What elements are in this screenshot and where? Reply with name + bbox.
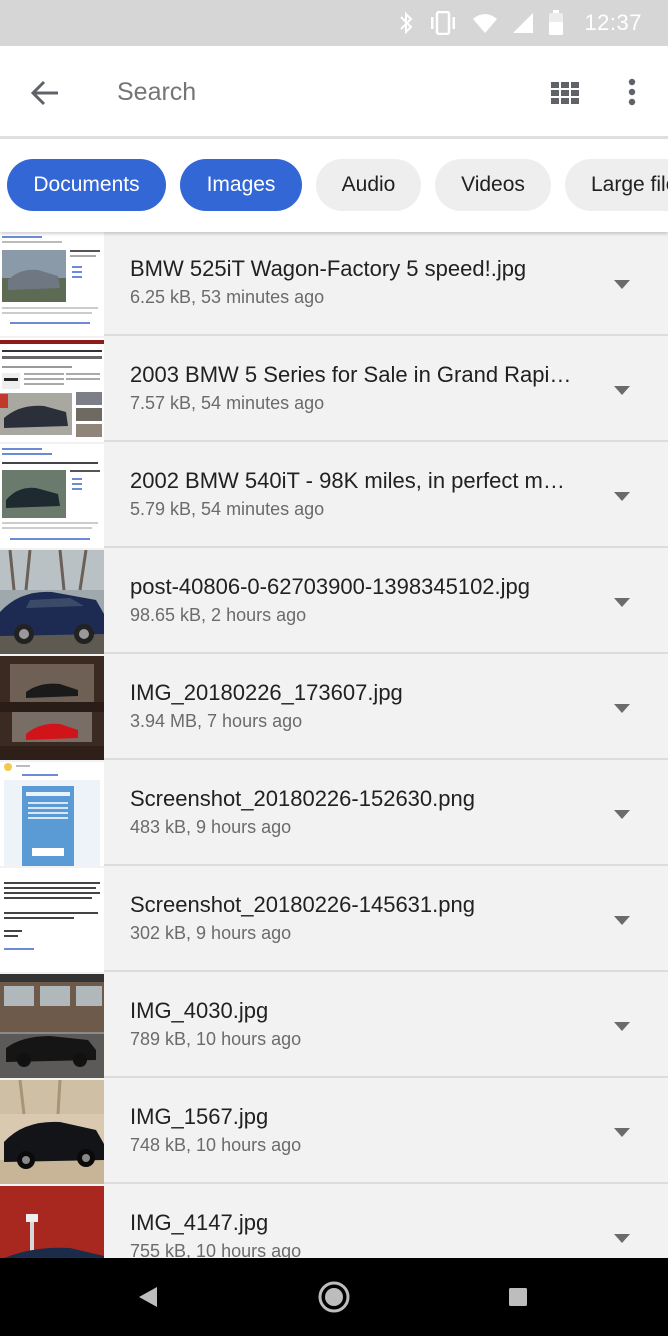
row-menu-button[interactable] [600,1116,644,1148]
file-meta: 6.25 kB, 53 minutes ago [130,287,325,307]
file-name: post-40806-0-62703900-1398345102.jpg [130,574,531,599]
dropdown-arrow-icon [614,1233,630,1243]
file-name: 2003 BMW 5 Series for Sale in Grand Rapi… [130,362,572,387]
file-thumbnail [0,974,104,1078]
file-meta: 789 kB, 10 hours ago [130,1029,302,1049]
file-thumbnail [0,656,104,760]
list-item[interactable]: 2002 BMW 540iT - 98K miles, in perfect m… [0,444,668,548]
grid-view-icon [551,82,579,104]
file-meta: 98.65 kB, 2 hours ago [130,605,307,625]
dropdown-arrow-icon [614,385,630,395]
dropdown-arrow-icon [614,915,630,925]
row-divider [104,758,668,760]
arrow-back-icon [30,80,58,106]
dropdown-arrow-icon [614,1127,630,1137]
dropdown-arrow-icon [614,703,630,713]
row-divider [104,440,668,442]
file-thumbnail [0,550,104,654]
chip-audio[interactable]: Audio [316,159,421,211]
row-menu-button[interactable] [600,374,644,406]
row-menu-button[interactable] [600,268,644,300]
file-name: Screenshot_20180226-152630.png [130,786,475,811]
file-name: Screenshot_20180226-145631.png [130,892,475,917]
file-meta: 5.79 kB, 54 minutes ago [130,499,325,519]
row-menu-button[interactable] [600,586,644,618]
dropdown-arrow-icon [614,809,630,819]
list-item[interactable]: Screenshot_20180226-152630.png 483 kB, 9… [0,762,668,866]
dropdown-arrow-icon [614,279,630,289]
file-meta: 7.57 kB, 54 minutes ago [130,393,325,413]
file-thumbnail [0,338,104,442]
file-name: IMG_4147.jpg [130,1210,269,1235]
system-nav-bar [0,1258,668,1336]
nav-recents-icon [509,1288,527,1306]
nav-back-icon [139,1287,157,1307]
row-menu-button[interactable] [600,1222,644,1254]
file-meta: 748 kB, 10 hours ago [130,1135,302,1155]
file-meta: 302 kB, 9 hours ago [130,923,292,943]
filter-chips-bar: Documents Images Audio Videos Large file… [0,139,668,232]
file-name: 2002 BMW 540iT - 98K miles, in perfect m… [130,468,565,493]
grid-view-button[interactable] [546,74,584,112]
back-button[interactable] [22,70,68,116]
list-item[interactable]: BMW 525iT Wagon-Factory 5 speed!.jpg 6.2… [0,232,668,336]
file-thumbnail [0,868,104,972]
wifi-icon [472,12,498,34]
status-icons: 12:37 [398,0,642,46]
battery-icon [548,10,564,36]
app-bar [0,46,668,136]
chip-large-files[interactable]: Large files [565,159,668,211]
more-options-button[interactable] [612,72,652,112]
nav-back-button[interactable] [128,1277,168,1317]
file-name: IMG_20180226_173607.jpg [130,680,403,705]
file-name: IMG_1567.jpg [130,1104,269,1129]
file-meta: 483 kB, 9 hours ago [130,817,292,837]
row-menu-button[interactable] [600,904,644,936]
chip-documents[interactable]: Documents [7,159,166,211]
nav-recents-button[interactable] [498,1277,538,1317]
list-item[interactable]: IMG_4030.jpg 789 kB, 10 hours ago [0,974,668,1078]
row-divider [104,334,668,336]
row-menu-button[interactable] [600,798,644,830]
file-thumbnail [0,232,104,336]
list-item[interactable]: post-40806-0-62703900-1398345102.jpg 98.… [0,550,668,654]
row-menu-button[interactable] [600,1010,644,1042]
file-list: BMW 525iT Wagon-Factory 5 speed!.jpg 6.2… [0,232,668,1258]
vibrate-icon [428,11,458,35]
file-meta: 755 kB, 10 hours ago [130,1241,302,1258]
dropdown-arrow-icon [614,1021,630,1031]
row-menu-button[interactable] [600,480,644,512]
row-divider [104,970,668,972]
file-name: IMG_4030.jpg [130,998,269,1023]
chip-videos[interactable]: Videos [435,159,551,211]
bluetooth-icon [398,11,414,35]
dropdown-arrow-icon [614,491,630,501]
row-divider [104,546,668,548]
status-clock: 12:37 [584,10,642,35]
file-name: BMW 525iT Wagon-Factory 5 speed!.jpg [130,256,527,281]
list-item[interactable]: 2003 BMW 5 Series for Sale in Grand Rapi… [0,338,668,442]
search-input[interactable] [117,72,497,112]
chip-images[interactable]: Images [180,159,302,211]
file-thumbnail [0,1186,104,1258]
list-item[interactable]: IMG_20180226_173607.jpg 3.94 MB, 7 hours… [0,656,668,760]
nav-home-icon [318,1281,350,1313]
row-divider [104,864,668,866]
more-vert-icon [628,78,636,106]
row-divider [104,1076,668,1078]
file-meta: 3.94 MB, 7 hours ago [130,711,303,731]
list-item[interactable]: Screenshot_20180226-145631.png 302 kB, 9… [0,868,668,972]
dropdown-arrow-icon [614,597,630,607]
list-item[interactable]: IMG_1567.jpg 748 kB, 10 hours ago [0,1080,668,1184]
status-bar: 12:37 [0,0,668,46]
file-thumbnail [0,1080,104,1184]
file-thumbnail [0,444,104,548]
row-divider [104,652,668,654]
list-item[interactable]: IMG_4147.jpg 755 kB, 10 hours ago [0,1186,668,1258]
file-thumbnail [0,762,104,866]
cell-signal-icon [512,12,534,34]
row-divider [104,1182,668,1184]
row-menu-button[interactable] [600,692,644,724]
nav-home-button[interactable] [314,1277,354,1317]
